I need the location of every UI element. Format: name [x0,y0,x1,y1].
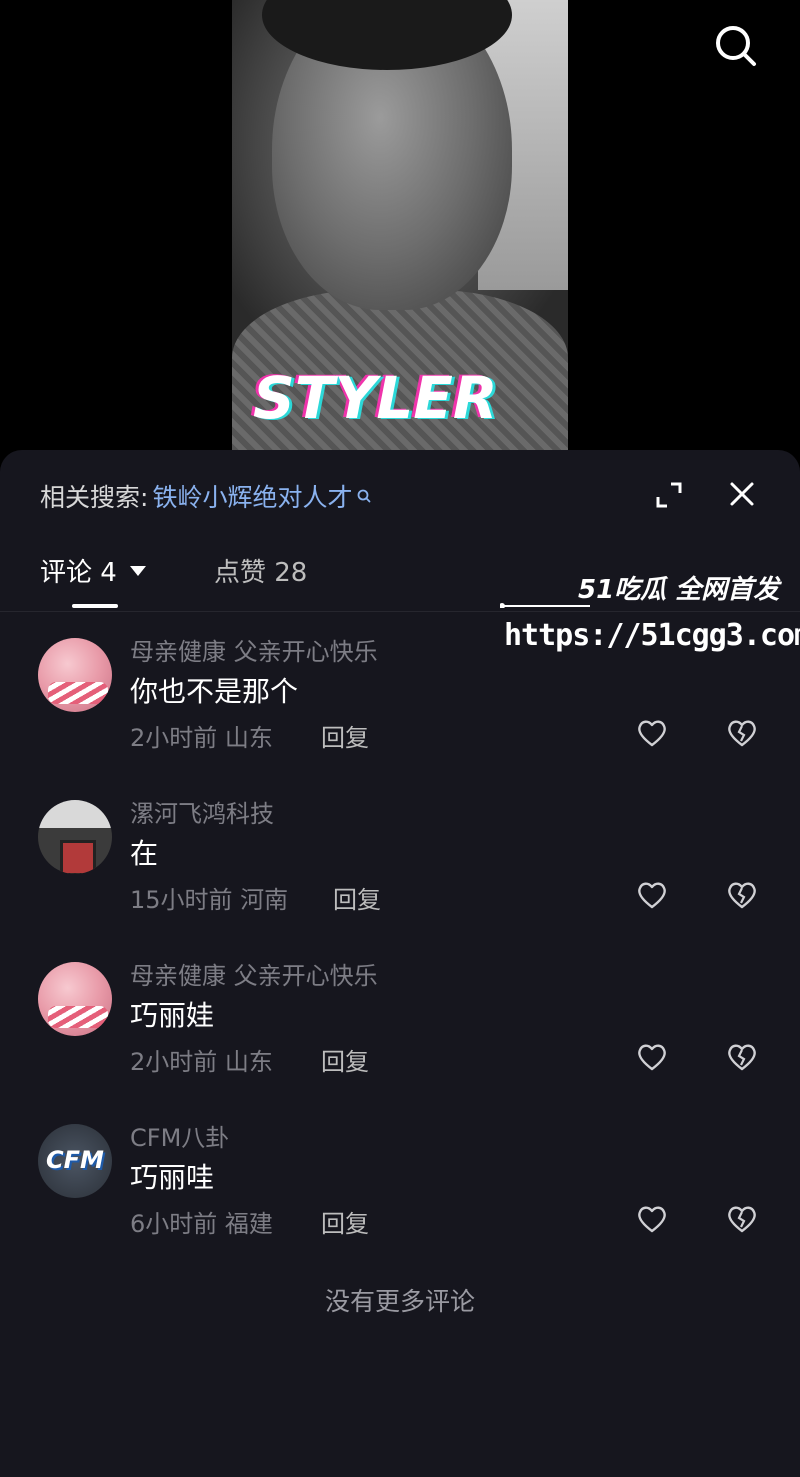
tab-likes-label: 点赞 28 [214,558,308,588]
avatar[interactable]: CFM [38,1124,112,1198]
avatar[interactable] [38,800,112,874]
tab-likes[interactable]: 点赞 28 [214,552,307,589]
related-search-label: 相关搜索: [40,483,149,512]
comment-list: 母亲健康 父亲开心快乐 你也不是那个 2小时前 山东 回复 漯河飞鸿科技 在 1… [0,632,800,1280]
reply-button[interactable]: 回复 [321,1204,369,1239]
comment-text[interactable]: 你也不是那个 [130,670,298,710]
svg-text:51吃瓜 全网首发: 51吃瓜 全网首发 [578,575,782,605]
comment-meta: 15小时前 河南 [130,886,289,914]
comment-item: 母亲健康 父亲开心快乐 你也不是那个 2小时前 山东 回复 [0,632,800,794]
tab-comments-label: 评论 4 [40,558,117,588]
comment-text[interactable]: 巧丽娃 [130,994,214,1034]
comment-username[interactable]: 母亲健康 父亲开心快乐 [130,632,378,667]
broken-heart-icon[interactable] [725,880,759,910]
comment-meta: 2小时前 山东 [130,724,273,752]
comment-item: 母亲健康 父亲开心快乐 巧丽娃 2小时前 山东 回复 [0,956,800,1118]
avatar-logo-icon: CFM [46,1146,104,1174]
heart-icon[interactable] [636,880,668,910]
no-more-comments: 没有更多评论 [324,1287,475,1316]
comment-meta: 6小时前 福建 [130,1210,273,1238]
heart-icon[interactable] [636,1042,668,1072]
video-frame[interactable]: STYLER STYLER STYLER [232,0,568,450]
comment-username[interactable]: 母亲健康 父亲开心快乐 [130,956,378,991]
close-icon[interactable] [727,479,757,509]
active-tab-underline [72,604,118,608]
comment-item: CFM CFM八卦 巧丽哇 6小时前 福建 回复 [0,1118,800,1280]
broken-heart-icon[interactable] [725,1204,759,1234]
heart-icon[interactable] [636,1204,668,1234]
related-search[interactable]: 相关搜索: 铁岭小辉绝对人才 [40,478,372,514]
search-icon[interactable] [712,22,758,68]
avatar[interactable] [38,962,112,1036]
comment-panel: 相关搜索: 铁岭小辉绝对人才 评论 4 点赞 28 51吃瓜 全网首发 http… [0,450,800,1477]
broken-heart-icon[interactable] [725,718,759,748]
svg-text:STYLER: STYLER [253,364,498,432]
expand-icon[interactable] [654,480,684,510]
comment-meta: 2小时前 山东 [130,1048,273,1076]
related-search-query[interactable]: 铁岭小辉绝对人才 [152,478,352,514]
comment-text[interactable]: 巧丽哇 [130,1156,214,1196]
caret-down-icon [129,565,146,576]
reply-button[interactable]: 回复 [321,1042,369,1077]
heart-icon[interactable] [636,718,668,748]
tab-comments[interactable]: 评论 4 [40,552,147,589]
comment-item: 漯河飞鸿科技 在 15小时前 河南 回复 [0,794,800,956]
broken-heart-icon[interactable] [725,1042,759,1072]
comment-username[interactable]: 漯河飞鸿科技 [130,794,274,829]
avatar[interactable] [38,638,112,712]
comment-text[interactable]: 在 [130,832,158,872]
reply-button[interactable]: 回复 [321,718,369,753]
watermark-brand: 51吃瓜 全网首发 [500,575,782,608]
video-area[interactable]: STYLER STYLER STYLER [0,0,800,470]
reply-button[interactable]: 回复 [333,880,381,915]
styler-overlay-text: STYLER STYLER STYLER [250,363,501,433]
comment-username[interactable]: CFM八卦 [130,1118,229,1153]
related-search-icon [358,489,371,503]
